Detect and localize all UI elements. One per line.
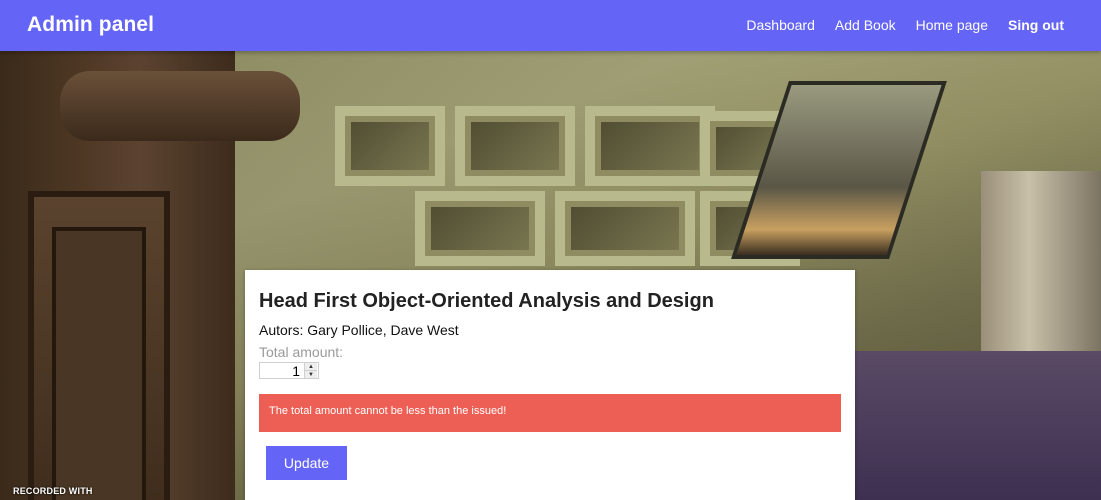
triangle-down-icon[interactable]: ▼ (305, 370, 317, 378)
ceiling-coffer (455, 106, 575, 186)
book-edit-card: Head First Object-Oriented Analysis and … (245, 270, 855, 500)
wall-shadow (850, 351, 1101, 500)
nav-links: Dashboard Add Book Home page Sing out (746, 17, 1064, 33)
nav-link-dashboard[interactable]: Dashboard (746, 17, 815, 33)
book-authors: Autors: Gary Pollice, Dave West (259, 322, 459, 338)
spin-buttons: ▲ ▼ (304, 363, 317, 378)
ceiling-coffer (415, 191, 545, 266)
wood-panel (0, 51, 300, 500)
update-button[interactable]: Update (266, 446, 347, 480)
nav-link-sign-out[interactable]: Sing out (1008, 17, 1064, 33)
ceiling-lamp (731, 81, 947, 259)
triangle-up-icon[interactable]: ▲ (305, 363, 317, 370)
total-amount-input[interactable] (260, 363, 302, 378)
brand-title[interactable]: Admin panel (27, 13, 154, 37)
ceiling-coffer (335, 106, 445, 186)
navbar: Admin panel Dashboard Add Book Home page… (0, 0, 1101, 51)
total-amount-stepper: ▲ ▼ (259, 362, 319, 379)
recording-watermark: RECORDED WITH (13, 486, 93, 496)
error-alert: The total amount cannot be less than the… (259, 394, 841, 432)
total-amount-label: Total amount: (259, 344, 344, 360)
nav-link-add-book[interactable]: Add Book (835, 17, 896, 33)
nav-link-home-page[interactable]: Home page (916, 17, 988, 33)
ceiling-coffer (585, 106, 715, 186)
panel-cap (60, 71, 300, 141)
book-title: Head First Object-Oriented Analysis and … (259, 290, 714, 312)
panel-door (28, 191, 170, 500)
ceiling-coffer (555, 191, 695, 266)
